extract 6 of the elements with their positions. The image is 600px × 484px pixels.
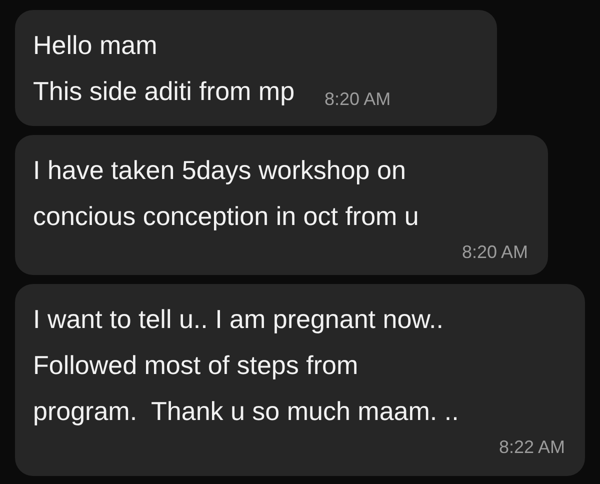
- message-time: 8:20 AM: [324, 89, 391, 110]
- message-time: 8:22 AM: [498, 436, 565, 459]
- message-text: Hello mam This side aditi from mp: [33, 29, 295, 108]
- message-text: I have taken 5days workshop on concious conception in oct from u: [33, 154, 420, 233]
- message-time: 8:20 AM: [462, 241, 528, 264]
- message-text: I want to tell u.. I am pregnant now.. Followed most of steps from program. Thank u so much maam. ..: [33, 303, 460, 428]
